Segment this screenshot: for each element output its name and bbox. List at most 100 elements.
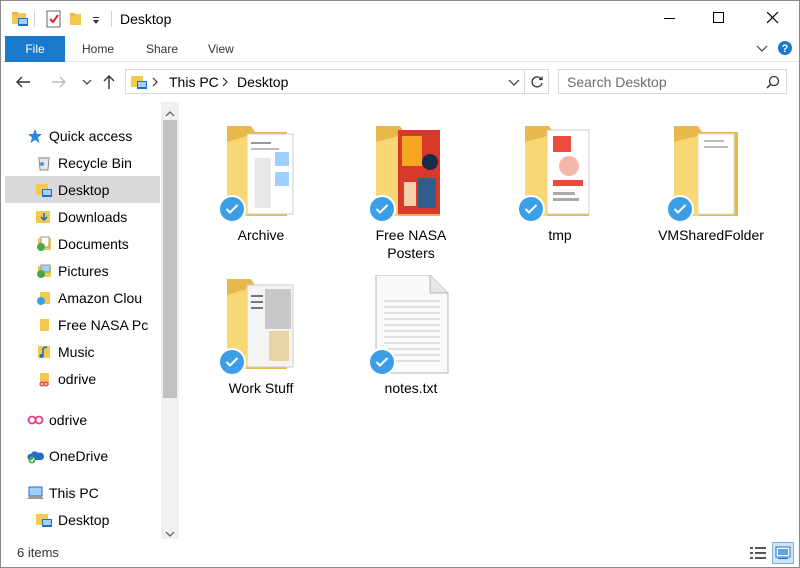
- file-item-archive[interactable]: Archive: [196, 122, 326, 252]
- forward-button[interactable]: [47, 71, 71, 93]
- nav-onedrive[interactable]: OneDrive: [27, 442, 160, 469]
- help-icon: ?: [778, 41, 792, 55]
- details-view-icon: [750, 547, 766, 559]
- close-button[interactable]: [750, 1, 796, 35]
- recent-locations-button[interactable]: [75, 71, 99, 93]
- minimize-button[interactable]: [647, 1, 693, 35]
- nav-item-free-nasa-posters[interactable]: Free NASA Pc: [36, 311, 160, 338]
- folder-icon: [36, 317, 52, 333]
- nav-scrollbar[interactable]: [161, 102, 179, 539]
- search-box[interactable]: [558, 69, 787, 94]
- nav-item-documents[interactable]: Documents: [36, 230, 160, 257]
- documents-folder-icon: [36, 236, 52, 252]
- address-row: This PC Desktop: [1, 62, 799, 102]
- breadcrumb-this-pc[interactable]: This PC: [169, 74, 219, 90]
- nav-label: Downloads: [58, 208, 128, 225]
- onedrive-icon: [27, 448, 45, 464]
- expand-ribbon-button[interactable]: [756, 42, 768, 57]
- customize-toolbar-icon[interactable]: [91, 10, 101, 28]
- file-item-free-nasa-posters[interactable]: Free NASA Posters: [346, 122, 476, 262]
- nav-label: This PC: [49, 484, 99, 501]
- item-count: 6 items: [17, 545, 59, 560]
- chevron-down-icon: [82, 79, 92, 85]
- nav-label: Desktop: [58, 511, 110, 528]
- nav-item-odrive[interactable]: odrive: [36, 365, 160, 392]
- up-button[interactable]: [97, 71, 121, 93]
- sync-status-check-icon: [517, 195, 545, 223]
- maximize-icon: [713, 12, 724, 23]
- nav-label: odrive: [58, 370, 97, 387]
- refresh-button[interactable]: [525, 69, 549, 94]
- sync-status-check-icon: [666, 195, 694, 223]
- sync-status-check-icon: [218, 348, 246, 376]
- maximize-button[interactable]: [696, 1, 742, 35]
- file-item-notes-txt[interactable]: notes.txt: [346, 275, 476, 405]
- tab-file[interactable]: File: [5, 36, 65, 62]
- back-button[interactable]: [11, 71, 35, 93]
- nav-item-amazon-cloud[interactable]: Amazon Clou: [36, 284, 160, 311]
- tab-share[interactable]: Share: [146, 36, 178, 62]
- chevron-down-icon: [756, 45, 768, 52]
- desktop-folder-icon: [36, 182, 52, 198]
- search-input[interactable]: [567, 73, 757, 91]
- scroll-up-icon[interactable]: [165, 106, 175, 121]
- tab-view[interactable]: View: [208, 36, 234, 62]
- folder-icon: [36, 290, 52, 306]
- this-pc-folder-icon: [131, 74, 147, 93]
- ribbon-tabs: File Home Share View ?: [1, 35, 799, 62]
- nav-this-pc[interactable]: This PC: [27, 479, 160, 506]
- star-icon: [27, 128, 43, 144]
- recycle-bin-icon: [36, 155, 52, 171]
- new-folder-icon[interactable]: [69, 10, 83, 28]
- nav-item-desktop[interactable]: Desktop: [5, 176, 160, 203]
- file-view: Archive Free NASA Posters tmp VMSharedFo…: [181, 102, 799, 539]
- nav-item-music[interactable]: Music: [36, 338, 160, 365]
- navigation-pane: Quick access Recycle Bin Desktop Downloa…: [1, 102, 181, 539]
- title-bar: Desktop: [1, 1, 799, 35]
- properties-icon[interactable]: [45, 10, 63, 28]
- file-name: Free NASA Posters: [375, 227, 447, 261]
- nav-item-pictures[interactable]: Pictures: [36, 257, 160, 284]
- file-item-tmp[interactable]: tmp: [495, 122, 625, 252]
- file-name: Archive: [237, 227, 285, 243]
- address-dropdown-button[interactable]: [508, 76, 520, 91]
- arrow-right-icon: [52, 76, 66, 88]
- breadcrumb-desktop[interactable]: Desktop: [237, 74, 288, 90]
- file-name: VMSharedFolder: [658, 227, 764, 243]
- refresh-icon: [530, 75, 543, 88]
- window-title: Desktop: [120, 11, 172, 27]
- nav-label: Free NASA Pc: [58, 316, 149, 333]
- file-item-work-stuff[interactable]: Work Stuff: [196, 275, 326, 405]
- chevron-right-icon[interactable]: [151, 76, 159, 91]
- large-icons-view-button[interactable]: [772, 542, 794, 564]
- nav-label: Quick access: [49, 127, 133, 144]
- large-icons-view-icon: [775, 546, 791, 559]
- chevron-right-icon[interactable]: [221, 76, 229, 91]
- nav-item-pc-desktop[interactable]: Desktop: [36, 506, 160, 533]
- nav-item-downloads[interactable]: Downloads: [36, 203, 160, 230]
- svg-text:?: ?: [782, 43, 789, 55]
- nav-label: Recycle Bin: [58, 154, 132, 171]
- nav-label: OneDrive: [49, 447, 109, 464]
- explorer-icon[interactable]: [11, 10, 29, 28]
- file-item-vmsharedfolder[interactable]: VMSharedFolder: [644, 122, 794, 252]
- nav-label: Amazon Clou: [58, 289, 143, 306]
- computer-icon: [27, 485, 44, 501]
- music-folder-icon: [36, 344, 52, 360]
- nav-quick-access[interactable]: Quick access: [27, 122, 182, 149]
- tab-home[interactable]: Home: [82, 36, 114, 62]
- desktop-folder-icon: [36, 512, 52, 528]
- minimize-icon: [664, 18, 675, 19]
- nav-item-recycle-bin[interactable]: Recycle Bin: [36, 149, 160, 176]
- address-bar[interactable]: This PC Desktop: [125, 69, 525, 94]
- arrow-left-icon: [16, 76, 30, 88]
- scrollbar-thumb[interactable]: [163, 120, 177, 398]
- status-bar: 6 items: [1, 539, 799, 567]
- search-icon[interactable]: [766, 75, 780, 92]
- separator: [111, 11, 112, 27]
- nav-label: Documents: [58, 235, 129, 252]
- details-view-button[interactable]: [747, 542, 769, 564]
- help-button[interactable]: ?: [777, 40, 793, 59]
- file-name: Work Stuff: [228, 380, 294, 396]
- nav-odrive[interactable]: odrive: [27, 406, 160, 433]
